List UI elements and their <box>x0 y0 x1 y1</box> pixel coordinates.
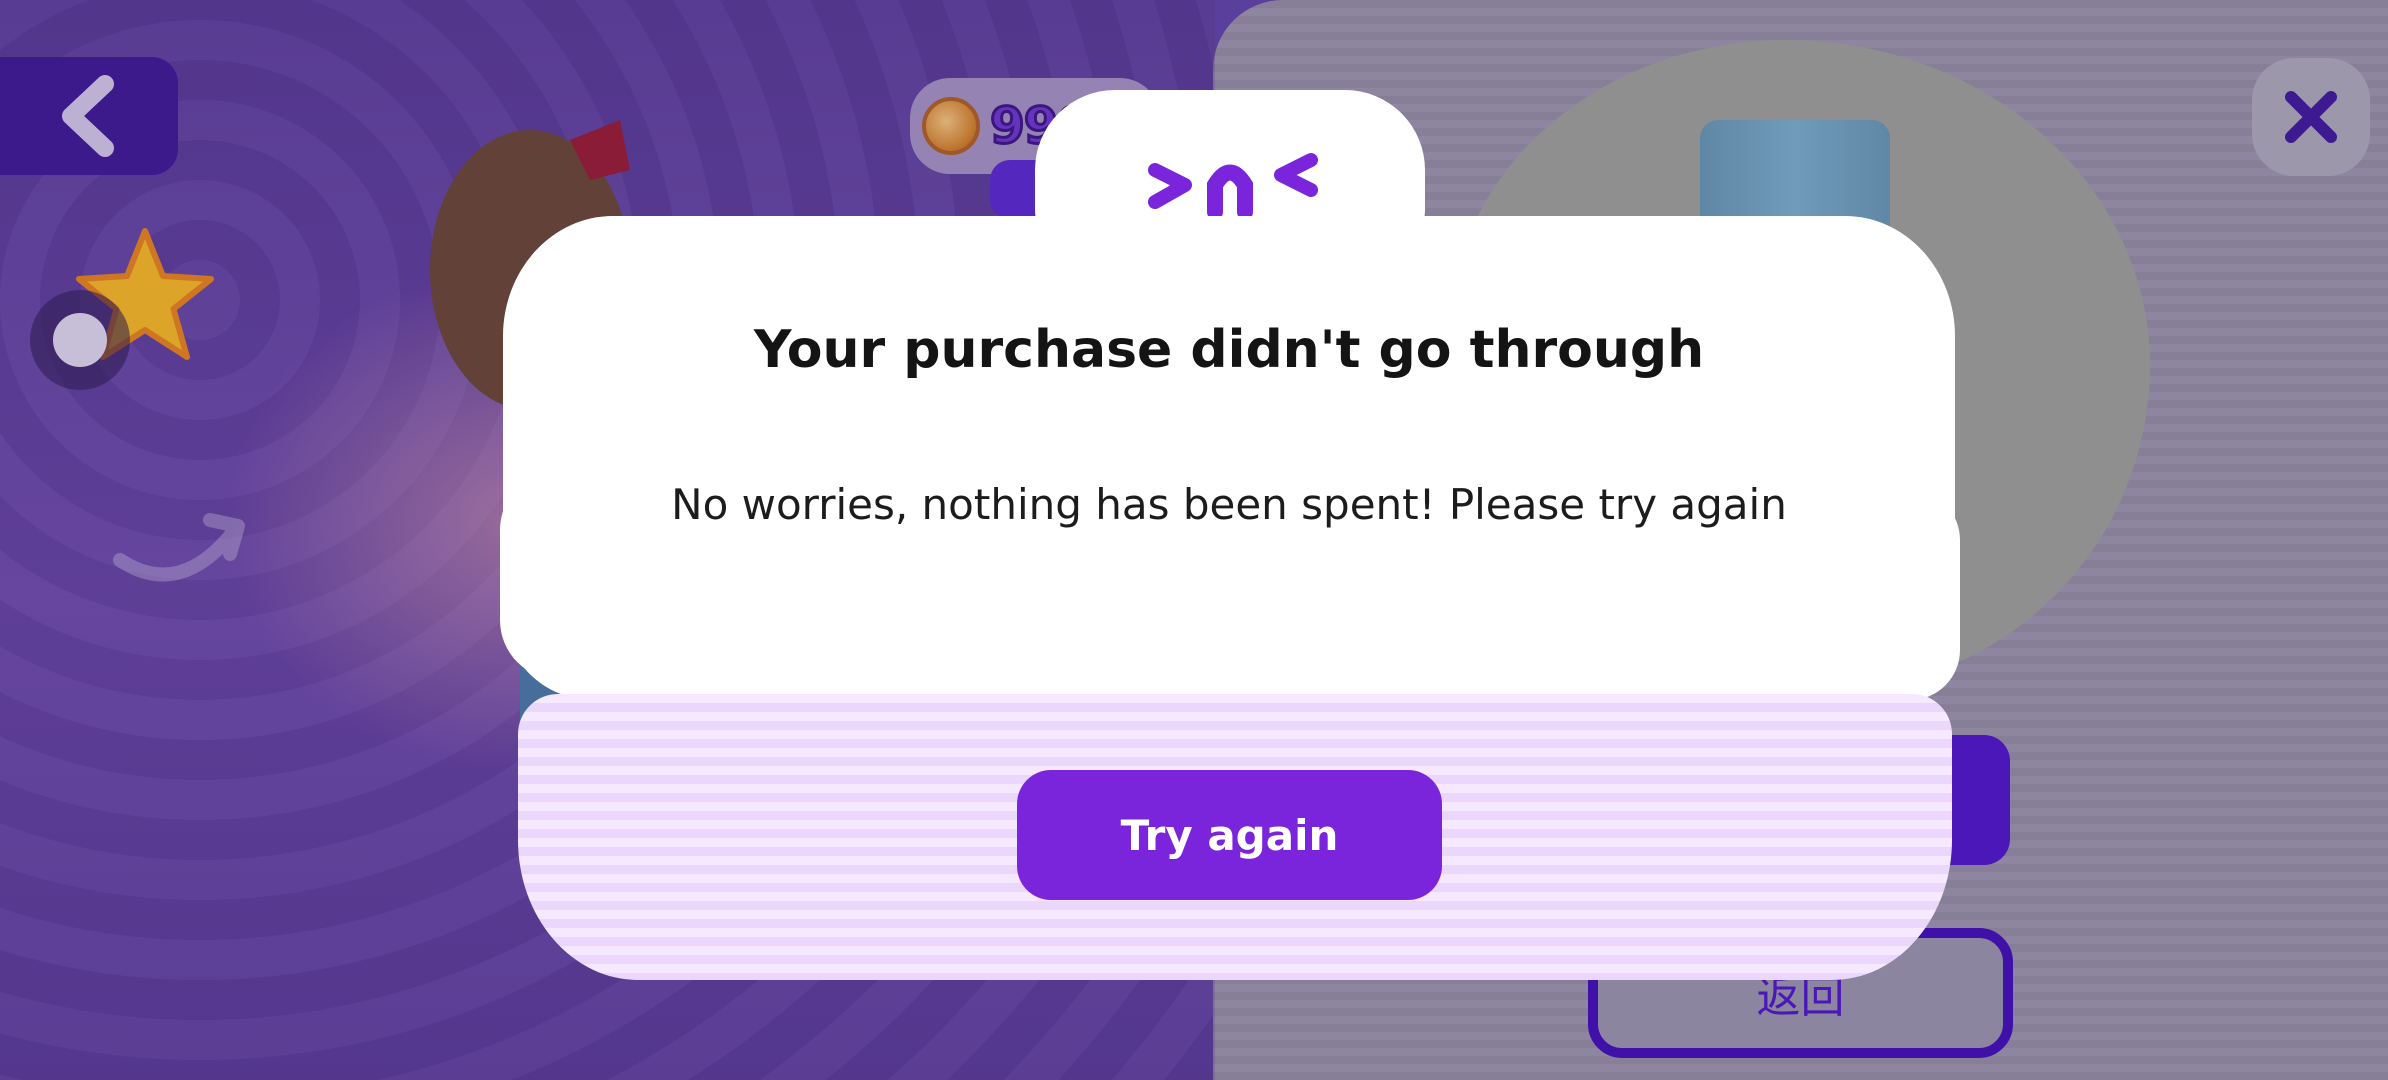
dialog-title: Your purchase didn't go through <box>753 320 1705 380</box>
dialog-message: No worries, nothing has been spent! Plea… <box>671 480 1787 529</box>
close-button[interactable] <box>2252 58 2370 176</box>
try-again-button[interactable]: Try again <box>1017 770 1442 900</box>
close-icon <box>2285 91 2337 143</box>
purchase-error-dialog <box>503 216 1955 700</box>
try-again-label: Try again <box>1120 810 1339 860</box>
face-icon <box>1148 153 1318 220</box>
